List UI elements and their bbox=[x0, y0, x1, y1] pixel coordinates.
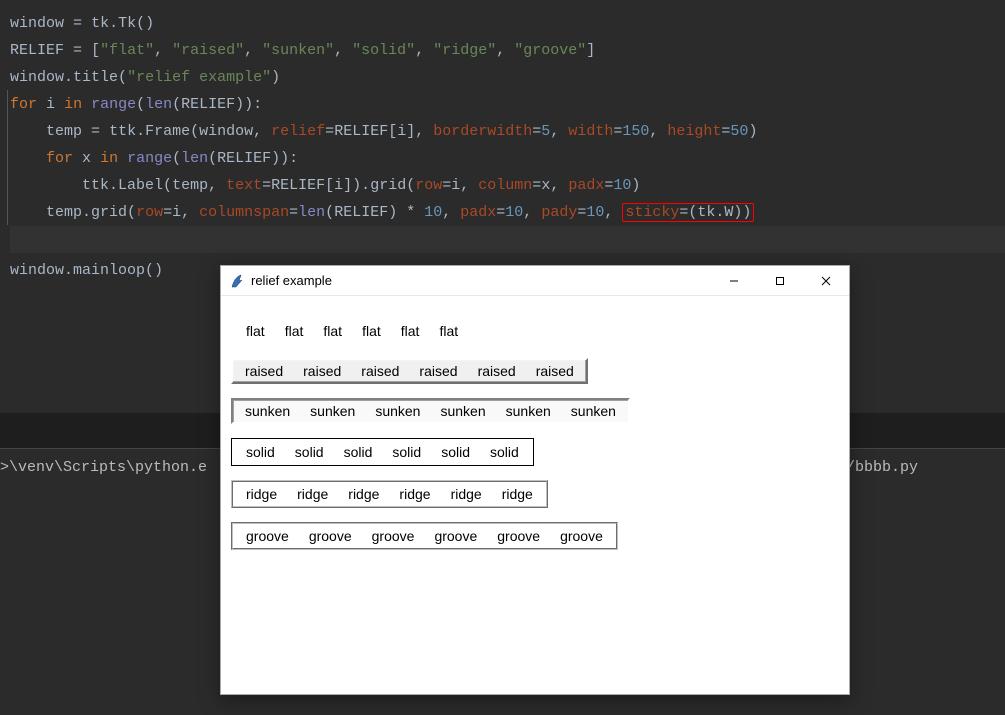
frame-groove: groovegroovegroovegroovegroovegroove bbox=[231, 522, 618, 550]
frame-flat: flatflatflatflatflatflat bbox=[231, 318, 473, 344]
current-line-highlight bbox=[10, 226, 1005, 253]
close-button[interactable] bbox=[803, 266, 849, 296]
code-line: temp = ttk.Frame(window, relief=RELIEF[i… bbox=[10, 118, 1005, 145]
frame-raised: raisedraisedraisedraisedraisedraised bbox=[231, 358, 588, 384]
fold-gutter bbox=[0, 90, 8, 225]
titlebar[interactable]: relief example bbox=[221, 266, 849, 296]
maximize-button[interactable] bbox=[757, 266, 803, 296]
tk-app-window[interactable]: relief example flatflatflatflatflatflat … bbox=[220, 265, 850, 695]
code-line: temp.grid(row=i, columnspan=len(RELIEF) … bbox=[10, 199, 1005, 226]
window-title: relief example bbox=[251, 273, 332, 288]
tk-body: flatflatflatflatflatflat raisedraisedrai… bbox=[221, 296, 849, 578]
minimize-button[interactable] bbox=[711, 266, 757, 296]
tk-feather-icon bbox=[229, 273, 245, 289]
frame-sunken: sunkensunkensunkensunkensunkensunken bbox=[231, 398, 630, 424]
highlighted-argument: sticky=(tk.W)) bbox=[622, 203, 754, 222]
code-editor[interactable]: window = tk.Tk() RELIEF = ["flat", "rais… bbox=[0, 0, 1005, 284]
code-line: RELIEF = ["flat", "raised", "sunken", "s… bbox=[10, 37, 1005, 64]
frame-solid: solidsolidsolidsolidsolidsolid bbox=[231, 438, 534, 466]
frame-ridge: ridgeridgeridgeridgeridgeridge bbox=[231, 480, 548, 508]
code-line: window.title("relief example") bbox=[10, 64, 1005, 91]
code-line: window = tk.Tk() bbox=[10, 10, 1005, 37]
code-line: ttk.Label(temp, text=RELIEF[i]).grid(row… bbox=[10, 172, 1005, 199]
code-line: for i in range(len(RELIEF)): bbox=[10, 91, 1005, 118]
code-line: for x in range(len(RELIEF)): bbox=[10, 145, 1005, 172]
